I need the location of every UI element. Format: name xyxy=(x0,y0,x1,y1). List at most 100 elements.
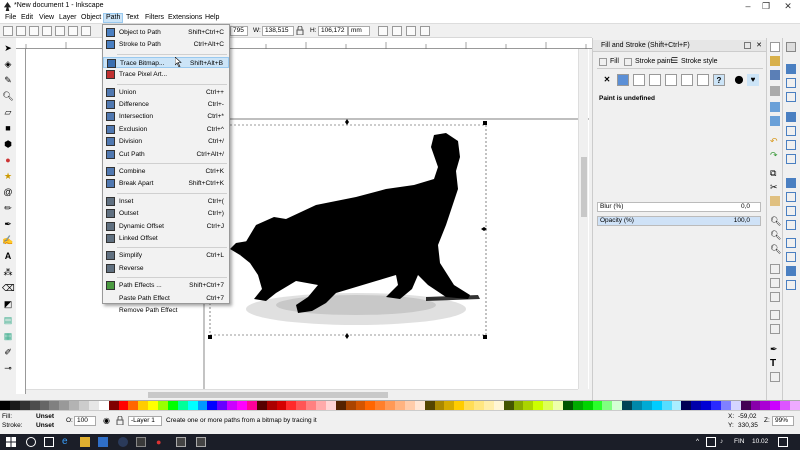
path-menu-item[interactable]: Cut Path Ctrl+Alt+/ xyxy=(103,149,229,160)
pencil-tool-icon[interactable]: ✏ xyxy=(2,202,14,214)
color-swatch[interactable] xyxy=(197,401,208,410)
flip-horizontal-icon[interactable] xyxy=(68,26,78,36)
color-swatch[interactable] xyxy=(266,401,277,410)
layer-lock-icon[interactable] xyxy=(116,415,126,426)
color-swatch[interactable] xyxy=(79,401,89,410)
snap-intersection-icon[interactable] xyxy=(786,140,796,150)
fill-stroke-icon[interactable]: ✒ xyxy=(770,344,780,354)
menu-filters[interactable]: Filters xyxy=(143,14,166,21)
new-document-icon[interactable] xyxy=(770,42,780,52)
window-taskbar-icon[interactable] xyxy=(176,437,186,447)
import-icon[interactable] xyxy=(770,102,780,112)
path-menu-item[interactable]: Linked Offset xyxy=(103,233,229,244)
color-swatch[interactable] xyxy=(661,401,672,410)
selector-tool-icon[interactable]: ➤ xyxy=(2,42,14,54)
color-swatch[interactable] xyxy=(483,401,494,410)
color-swatch[interactable] xyxy=(523,401,534,410)
color-swatch[interactable] xyxy=(572,401,583,410)
x-field[interactable]: 795 xyxy=(230,26,248,36)
blur-slider[interactable]: Blur (%) 0,0 xyxy=(597,202,761,212)
vertical-scroll-thumb[interactable] xyxy=(581,157,587,217)
color-swatch[interactable] xyxy=(602,401,613,410)
color-swatch[interactable] xyxy=(395,401,405,410)
blur-value[interactable]: 0,0 xyxy=(741,203,750,211)
select-all-layers-icon[interactable] xyxy=(16,26,26,36)
color-swatch[interactable] xyxy=(246,401,257,410)
color-swatch[interactable] xyxy=(622,401,632,410)
color-swatch[interactable] xyxy=(306,401,316,410)
rotate-cw-icon[interactable] xyxy=(55,26,65,36)
color-palette[interactable] xyxy=(0,400,800,410)
color-swatch[interactable] xyxy=(138,401,149,410)
zoom-field[interactable]: 99% xyxy=(772,416,794,426)
path-menu-item[interactable]: Intersection Ctrl+* xyxy=(103,111,229,122)
color-swatch[interactable] xyxy=(187,401,198,410)
path-menu-item[interactable]: Union Ctrl++ xyxy=(103,87,229,98)
color-swatch[interactable] xyxy=(582,401,593,410)
unlink-clone-icon[interactable] xyxy=(770,292,780,302)
color-swatch[interactable] xyxy=(335,401,346,410)
snap-grid-icon[interactable] xyxy=(786,266,796,276)
ungroup-icon[interactable] xyxy=(770,324,780,334)
snap-bbox-edge-icon[interactable] xyxy=(786,78,796,88)
color-swatch[interactable] xyxy=(375,401,386,410)
file-explorer-icon[interactable] xyxy=(80,437,90,447)
edge-browser-icon[interactable]: e xyxy=(62,437,72,447)
clock[interactable]: 10.02 xyxy=(752,438,768,445)
stroke-indicator[interactable]: Unset xyxy=(36,422,54,429)
snap-smooth-icon[interactable] xyxy=(786,178,796,188)
snap-midpoint-icon[interactable] xyxy=(786,192,796,202)
path-menu-item[interactable]: Break Apart Shift+Ctrl+K xyxy=(103,178,229,189)
gradient-tool-icon[interactable]: ▤ xyxy=(2,314,14,326)
opacity-status-field[interactable]: 100 xyxy=(74,416,96,426)
color-swatch[interactable] xyxy=(98,401,109,410)
radial-gradient-button[interactable] xyxy=(649,74,661,86)
flat-color-button[interactable] xyxy=(617,74,629,86)
height-field[interactable]: 106,172 xyxy=(318,26,348,36)
color-swatch[interactable] xyxy=(424,401,435,410)
path-menu-item[interactable]: Outset Ctrl+) xyxy=(103,208,229,219)
copy-icon[interactable]: ⧉ xyxy=(770,168,780,178)
color-swatch[interactable] xyxy=(385,401,395,410)
spiral-tool-icon[interactable]: @ xyxy=(2,186,14,198)
color-swatch[interactable] xyxy=(691,401,702,410)
mesh-tool-icon[interactable]: ▦ xyxy=(2,330,14,342)
color-swatch[interactable] xyxy=(543,401,553,410)
zoom-tool-icon[interactable]: 🔍︎ xyxy=(2,90,14,102)
tab-stroke-paint[interactable]: Stroke paint xyxy=(635,58,672,65)
color-swatch[interactable] xyxy=(454,401,465,410)
menu-edit[interactable]: Edit xyxy=(19,14,35,21)
color-swatch[interactable] xyxy=(118,401,129,410)
group-icon[interactable] xyxy=(770,310,780,320)
color-swatch[interactable] xyxy=(49,401,60,410)
pen-tool-icon[interactable]: ✒ xyxy=(2,218,14,230)
color-swatch[interactable] xyxy=(0,401,10,410)
app-taskbar-icon[interactable]: ● xyxy=(156,437,166,447)
terminal-taskbar-icon[interactable] xyxy=(136,437,146,447)
snap-rotation-icon[interactable] xyxy=(786,220,796,230)
color-swatch[interactable] xyxy=(592,401,603,410)
color-swatch[interactable] xyxy=(513,401,524,410)
width-field[interactable]: 138,515 xyxy=(262,26,294,36)
menu-extensions[interactable]: Extensions xyxy=(166,14,204,21)
path-menu-item[interactable]: Paste Path Effect Ctrl+7 xyxy=(103,293,229,304)
menu-object[interactable]: Object xyxy=(79,14,103,21)
path-menu-item[interactable]: Inset Ctrl+( xyxy=(103,196,229,207)
color-swatch[interactable] xyxy=(128,401,139,410)
color-swatch[interactable] xyxy=(444,401,455,410)
color-swatch[interactable] xyxy=(760,401,771,410)
color-swatch[interactable] xyxy=(39,401,50,410)
color-swatch[interactable] xyxy=(276,401,287,410)
color-swatch[interactable] xyxy=(69,401,79,410)
measure-tool-icon[interactable]: ▱ xyxy=(2,106,14,118)
pattern-button[interactable] xyxy=(681,74,693,86)
color-swatch[interactable] xyxy=(641,401,652,410)
redo-icon[interactable]: ↷ xyxy=(770,150,780,160)
inkscape-taskbar-icon[interactable] xyxy=(118,437,128,447)
vertical-scrollbar[interactable] xyxy=(578,49,588,389)
path-menu-item[interactable]: Difference Ctrl+- xyxy=(103,99,229,110)
color-swatch[interactable] xyxy=(345,401,356,410)
color-swatch[interactable] xyxy=(711,401,721,410)
text-tool-icon[interactable]: A xyxy=(2,250,14,262)
cut-icon[interactable]: ✂ xyxy=(770,182,780,192)
